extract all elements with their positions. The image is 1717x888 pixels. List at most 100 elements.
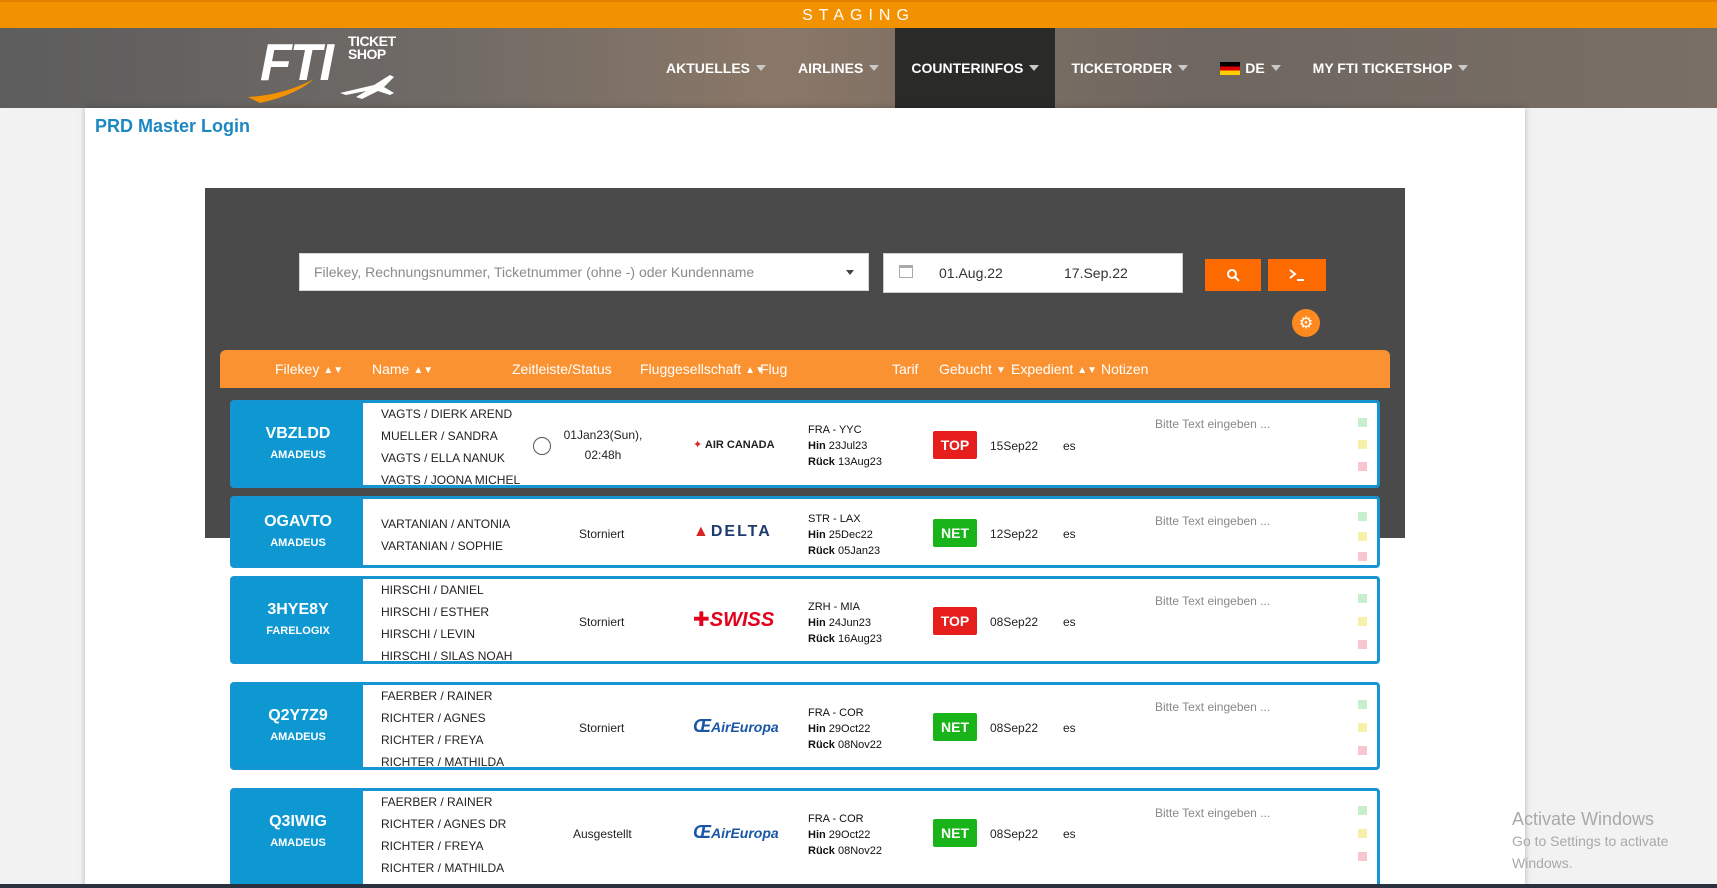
status-yellow-marker[interactable] — [1358, 532, 1367, 541]
fti-ticketshop-logo[interactable]: FTI TICKET SHOP — [244, 31, 404, 107]
filekey-cell[interactable]: Q2Y7Z9 AMADEUS — [233, 685, 363, 767]
nav-item-label: TICKETORDER — [1071, 60, 1173, 76]
maple-leaf-icon: ✦ — [693, 439, 703, 451]
expedient: es — [1063, 615, 1076, 629]
nav-item-ticketorder[interactable]: TICKETORDER — [1055, 28, 1204, 108]
airline-name: AirEuropa — [711, 825, 779, 841]
header-gebucht[interactable]: Gebucht ▼ — [939, 361, 1006, 377]
table-row[interactable]: VBZLDD AMADEUS VAGTS / DIERK AREND MUELL… — [230, 400, 1380, 488]
outbound: Hin 24Jun23 — [808, 615, 882, 631]
chevron-down-icon — [1029, 65, 1040, 71]
header-filekey[interactable]: Filekey ▲▼ — [275, 361, 343, 377]
flight-info: FRA - COR Hin 29Oct22 Rück 08Nov22 — [808, 811, 882, 859]
nav-item-my-fti-ticketshop[interactable]: MY FTI TICKETSHOP — [1297, 28, 1485, 108]
return-date: 08Nov22 — [837, 845, 883, 857]
nav-item-counterinfos[interactable]: COUNTERINFOS — [895, 28, 1056, 108]
table-row[interactable]: Q2Y7Z9 AMADEUS FAERBER / RAINER RICHTER … — [230, 682, 1380, 770]
search-input[interactable] — [300, 254, 810, 290]
table-row[interactable]: 3HYE8Y FARELOGIX HIRSCHI / DANIEL HIRSCH… — [230, 576, 1380, 664]
date-from[interactable]: 01.Aug.22 — [939, 265, 1003, 281]
main-content: PRD Master Login 01.Aug.22 17.Sep.22 ⚙ F… — [85, 108, 1525, 888]
passenger-name: FAERBER / RAINER — [381, 689, 493, 703]
dropdown-arrow-icon[interactable] — [846, 270, 854, 275]
header-airline[interactable]: Fluggesellschaft ▲▼ — [640, 361, 765, 377]
outbound: Hin 29Oct22 — [808, 827, 882, 843]
status-green-marker[interactable] — [1358, 594, 1367, 603]
booking-date: 08Sep22 — [990, 827, 1039, 841]
header-expedient[interactable]: Expedient ▲▼ — [1011, 361, 1097, 377]
status-yellow-marker[interactable] — [1358, 829, 1367, 838]
passenger-names: HIRSCHI / DANIEL HIRSCHI / ESTHER HIRSCH… — [381, 579, 512, 661]
swiss-cross-icon: ✚ — [693, 609, 710, 631]
status-green-marker[interactable] — [1358, 418, 1367, 427]
airline-name: SWISS — [709, 609, 775, 631]
search-button[interactable] — [1205, 259, 1261, 291]
status-red-marker[interactable] — [1358, 746, 1367, 755]
filekey-cell[interactable]: 3HYE8Y FARELOGIX — [233, 579, 363, 661]
tarif-badge: TOP — [933, 607, 977, 635]
filekey-cell[interactable]: OGAVTO AMADEUS — [233, 499, 363, 565]
passenger-name: RICHTER / FREYA — [381, 839, 484, 853]
notes-input[interactable]: Bitte Text eingeben ... — [1155, 514, 1270, 528]
status-red-marker[interactable] — [1358, 462, 1367, 471]
passenger-name: HIRSCHI / DANIEL — [381, 583, 484, 597]
status-red-marker[interactable] — [1358, 640, 1367, 649]
status-green-marker[interactable] — [1358, 806, 1367, 815]
nav-item-language[interactable]: DE — [1204, 28, 1296, 108]
filekey[interactable]: 3HYE8Y — [233, 601, 363, 619]
sort-icon: ▲▼ — [1077, 364, 1098, 376]
nav-item-airlines[interactable]: AIRLINES — [782, 28, 895, 108]
chevron-down-icon — [1178, 65, 1189, 71]
chevron-down-icon — [869, 65, 880, 71]
airline-name: AIR CANADA — [704, 439, 775, 451]
status-yellow-marker[interactable] — [1358, 617, 1367, 626]
filekey[interactable]: VBZLDD — [233, 425, 363, 443]
aireuropa-swirl-icon: Œ — [693, 822, 711, 842]
outbound-date: 23Jul23 — [828, 440, 868, 452]
return-label: Rück — [808, 545, 835, 557]
status-green-marker[interactable] — [1358, 512, 1367, 521]
filekey[interactable]: Q2Y7Z9 — [233, 707, 363, 725]
german-flag-icon — [1220, 61, 1241, 75]
notes-input[interactable]: Bitte Text eingeben ... — [1155, 594, 1270, 608]
terminal-button[interactable] — [1268, 259, 1326, 291]
status-yellow-marker[interactable] — [1358, 723, 1367, 732]
nav-item-label: MY FTI TICKETSHOP — [1312, 60, 1453, 76]
filekey-cell[interactable]: VBZLDD AMADEUS — [233, 403, 363, 485]
status-red-marker[interactable] — [1358, 852, 1367, 861]
passenger-name: HIRSCHI / LEVIN — [381, 627, 476, 641]
header-tarif: Tarif — [892, 361, 919, 377]
table-row[interactable]: OGAVTO AMADEUS VARTANIAN / ANTONIA VARTA… — [230, 496, 1380, 568]
filekey[interactable]: Q3IWIG — [233, 813, 363, 831]
search-field[interactable] — [299, 253, 869, 291]
route: ZRH - MIA — [808, 601, 860, 613]
header-label: Expedient — [1011, 361, 1074, 377]
status-red-marker[interactable] — [1358, 552, 1367, 561]
status-green-marker[interactable] — [1358, 700, 1367, 709]
return: Rück 16Aug23 — [808, 631, 882, 647]
filekey-cell[interactable]: Q3IWIG AMADEUS — [233, 791, 363, 885]
notes-input[interactable]: Bitte Text eingeben ... — [1155, 806, 1270, 820]
filekey[interactable]: OGAVTO — [233, 513, 363, 531]
passenger-name: FAERBER / RAINER — [381, 795, 493, 809]
nav-menu: AKTUELLES AIRLINES COUNTERINFOS TICKETOR… — [650, 28, 1484, 108]
windows-activation-watermark: Activate Windows Go to Settings to activ… — [1512, 808, 1717, 874]
settings-button[interactable]: ⚙ — [1292, 309, 1320, 337]
status-text: 01Jan23(Sun), 02:48h — [548, 425, 658, 465]
notes-input[interactable]: Bitte Text eingeben ... — [1155, 417, 1270, 431]
passenger-name: RICHTER / MATHILDA — [381, 861, 505, 875]
table-row[interactable]: Q3IWIG AMADEUS FAERBER / RAINER RICHTER … — [230, 788, 1380, 888]
terminal-icon — [1289, 269, 1304, 281]
expedient: es — [1063, 527, 1076, 541]
sort-icon: ▲▼ — [413, 364, 434, 376]
date-to[interactable]: 17.Sep.22 — [1064, 265, 1128, 281]
header-name[interactable]: Name ▲▼ — [372, 361, 433, 377]
header-label: Gebucht — [939, 361, 992, 377]
notes-input[interactable]: Bitte Text eingeben ... — [1155, 700, 1270, 714]
nav-item-aktuelles[interactable]: AKTUELLES — [650, 28, 782, 108]
passenger-name: VARTANIAN / ANTONIA — [381, 517, 511, 531]
passenger-name: MUELLER / SANDRA — [381, 429, 498, 443]
status-yellow-marker[interactable] — [1358, 440, 1367, 449]
route: FRA - YYC — [808, 424, 862, 436]
date-range-picker[interactable]: 01.Aug.22 17.Sep.22 — [883, 253, 1183, 293]
